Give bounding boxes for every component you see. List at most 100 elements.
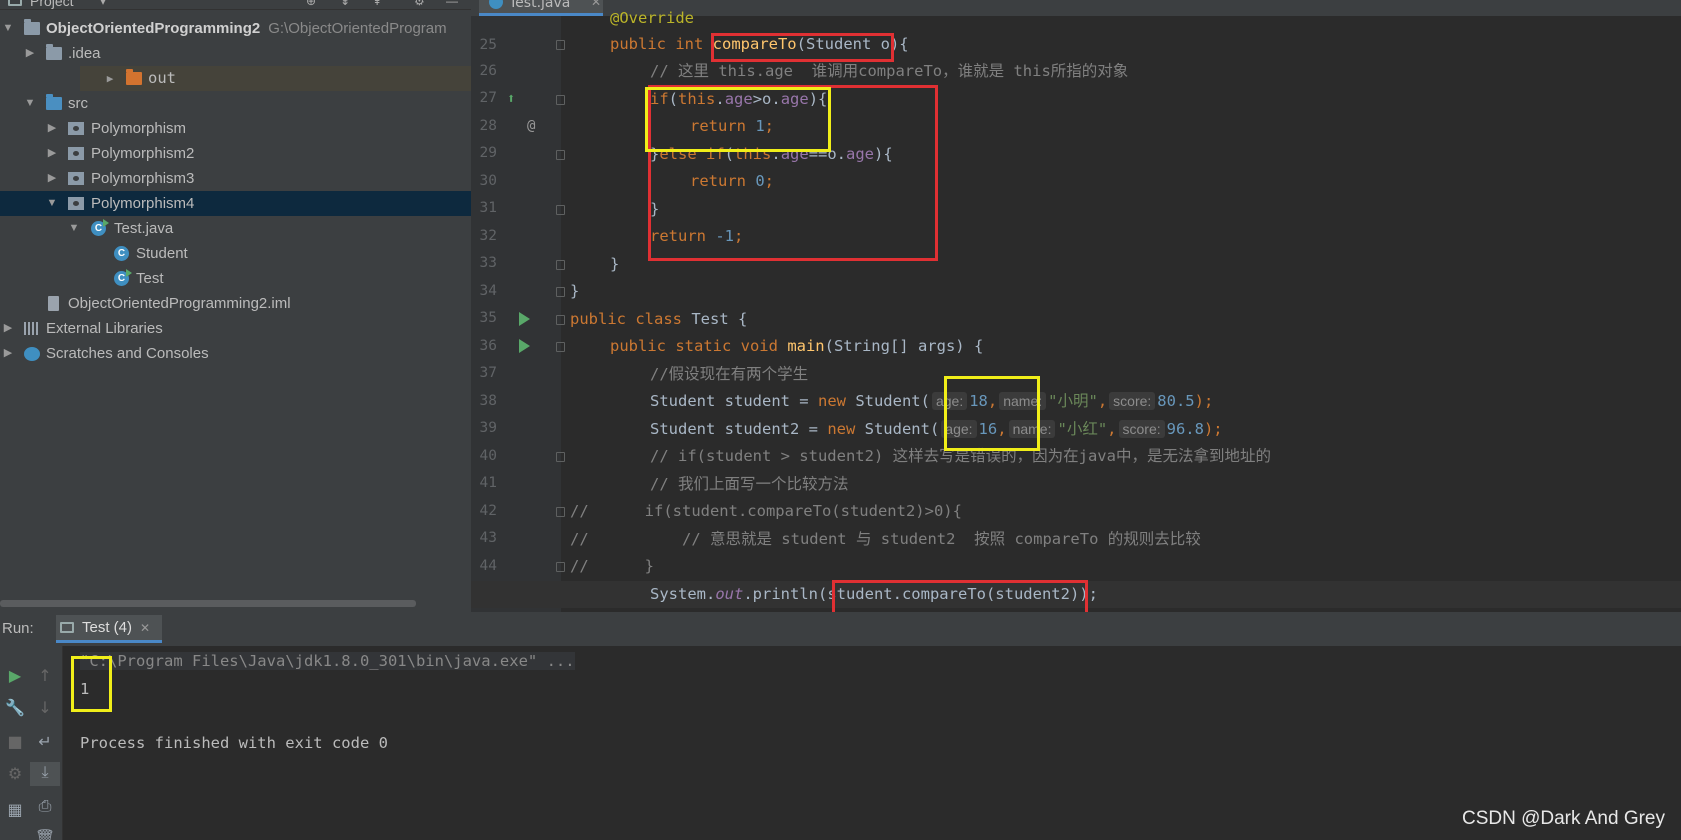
tree-item-polymorphism4[interactable]: ▼ Polymorphism4 xyxy=(0,191,471,216)
code-line: 26 ⬆ @ public int compareTo(Student o){ xyxy=(471,31,1681,134)
scratches-icon xyxy=(24,347,40,361)
scroll-to-end-icon[interactable]: ⤓ xyxy=(30,762,60,786)
chevron-right-icon[interactable]: ▶ xyxy=(24,41,36,66)
close-icon[interactable]: ✕ xyxy=(140,621,150,635)
tree-item-label: External Libraries xyxy=(46,320,163,337)
code-line: 40 Student student2 = new Student(age: 16… xyxy=(471,416,1681,464)
tree-item-external-libraries[interactable]: ▶ External Libraries xyxy=(0,316,471,341)
code-editor[interactable]: Test.java ✕ 25 @Override 26 ⬆ @ public i… xyxy=(471,0,1681,612)
chevron-right-icon[interactable]: ▶ xyxy=(46,116,58,141)
soft-wrap-icon[interactable]: ↵ xyxy=(30,732,60,751)
tree-item-project-root[interactable]: ▼ ObjectOrientedProgramming2 G:\ObjectOri… xyxy=(0,16,471,41)
tree-item-label: out xyxy=(148,69,176,87)
tree-item-polymorphism2[interactable]: ▶ Polymorphism2 xyxy=(0,141,471,166)
fold-icon[interactable] xyxy=(556,40,565,50)
fold-icon[interactable] xyxy=(556,315,565,325)
project-panel-title[interactable]: Project xyxy=(30,0,74,9)
collapse-all-icon[interactable]: ⇞ xyxy=(372,0,382,8)
run-toolbar-right: ↑ ↓ ↵ ⤓ ⎙ 🗑 xyxy=(30,646,63,840)
tree-item-out[interactable]: ▶ out xyxy=(80,66,471,91)
class-icon: C xyxy=(114,246,129,261)
minimize-icon[interactable]: — xyxy=(446,0,458,8)
rerun-icon[interactable]: ▶ xyxy=(0,666,30,685)
trash-icon[interactable]: 🗑 xyxy=(30,828,60,840)
tree-item-test-java[interactable]: ▼ C Test.java xyxy=(0,216,471,241)
folder-icon xyxy=(46,44,62,60)
tree-item-src[interactable]: ▼ src xyxy=(0,91,471,116)
tree-item-iml[interactable]: ObjectOrientedProgramming2.iml xyxy=(0,291,471,316)
tree-item-label: .idea xyxy=(68,45,101,62)
excluded-folder-icon xyxy=(126,69,142,85)
chevron-right-icon[interactable]: ▶ xyxy=(46,141,58,166)
arrow-down-icon[interactable]: ↓ xyxy=(30,698,60,717)
locate-icon[interactable]: ⊕ xyxy=(306,0,316,8)
fold-icon[interactable] xyxy=(556,562,565,572)
code-line: 45 // } xyxy=(471,553,1681,601)
fold-icon[interactable] xyxy=(556,95,565,105)
settings-icon[interactable]: ⚙ xyxy=(0,764,30,783)
fold-icon[interactable] xyxy=(556,507,565,517)
code-line: 42 // 我们上面写一个比较方法 xyxy=(471,471,1681,519)
code-text: System.out.println(student.compareTo(stu… xyxy=(650,585,1098,603)
tree-item-polymorphism[interactable]: ▶ Polymorphism xyxy=(0,116,471,141)
chevron-right-icon[interactable]: ▶ xyxy=(104,66,116,91)
package-icon xyxy=(68,172,84,185)
chevron-down-icon[interactable]: ▾ xyxy=(100,0,106,8)
run-class-icon[interactable] xyxy=(519,312,530,326)
code-text: } xyxy=(610,255,620,273)
chevron-right-icon[interactable]: ▶ xyxy=(2,341,14,366)
chevron-down-icon[interactable]: ▼ xyxy=(46,191,58,216)
code-text: public class Test { xyxy=(570,310,748,328)
code-text: return -1; xyxy=(650,227,744,245)
tree-item-label: Scratches and Consoles xyxy=(46,345,209,362)
fold-icon[interactable] xyxy=(556,150,565,160)
fold-icon[interactable] xyxy=(556,452,565,462)
tab-run-test[interactable]: Test (4) ✕ xyxy=(56,615,163,643)
fold-icon[interactable] xyxy=(556,260,565,270)
chevron-down-icon[interactable]: ▼ xyxy=(24,91,36,116)
tree-item-idea[interactable]: ▶ .idea xyxy=(0,41,471,66)
code-text: } xyxy=(570,282,580,300)
code-comment: //假设现在有两个学生 xyxy=(650,365,809,383)
tree-item-label: Polymorphism4 xyxy=(91,195,195,212)
chevron-right-icon[interactable]: ▶ xyxy=(46,166,58,191)
tree-item-student[interactable]: C Student xyxy=(0,241,471,266)
run-panel-header: Run: Test (4) ✕ xyxy=(0,612,1681,646)
fold-icon[interactable] xyxy=(556,342,565,352)
gear-icon[interactable]: ⚙ xyxy=(414,0,425,8)
tree-item-polymorphism3[interactable]: ▶ Polymorphism3 xyxy=(0,166,471,191)
tree-item-label: Polymorphism xyxy=(91,120,187,137)
module-file-icon xyxy=(48,296,59,311)
horizontal-scrollbar[interactable] xyxy=(0,600,416,607)
chevron-down-icon[interactable]: ▼ xyxy=(68,216,80,241)
run-main-icon[interactable] xyxy=(519,339,530,353)
code-text: Student student2 = new Student(age: 16, na… xyxy=(650,420,1223,438)
code-text: return 1; xyxy=(690,117,775,135)
code-line: 25 @Override xyxy=(471,5,1681,53)
tree-item-scratches[interactable]: ▶ Scratches and Consoles xyxy=(0,341,471,366)
chevron-right-icon[interactable]: ▶ xyxy=(2,316,14,341)
arrow-up-icon[interactable]: ↑ xyxy=(30,666,60,685)
code-line-current: 46 System.out.println(student.compareTo(… xyxy=(471,581,1681,609)
parameter-hint: age: xyxy=(941,420,977,438)
watermark: CSDN @Dark And Grey xyxy=(1461,808,1665,829)
project-path: G:\ObjectOrientedProgram xyxy=(268,20,447,37)
tree-item-label: Test.java xyxy=(114,220,174,237)
tree-item-test[interactable]: C Test xyxy=(0,266,471,291)
fold-icon[interactable] xyxy=(556,205,565,215)
parameter-hint: score: xyxy=(1109,392,1156,410)
wrench-icon[interactable]: 🔧 xyxy=(0,698,30,717)
parameter-hint: name: xyxy=(1008,420,1056,438)
expand-all-icon[interactable]: ⇟ xyxy=(340,0,350,8)
print-icon[interactable]: ⎙ xyxy=(30,796,60,816)
layout-icon[interactable]: ▦ xyxy=(0,800,30,819)
chevron-down-icon[interactable]: ▼ xyxy=(2,16,14,41)
code-line: 41 // if(student > student2) 这样去写是错误的，因为… xyxy=(471,443,1681,491)
stop-icon[interactable]: ■ xyxy=(0,732,30,751)
fold-icon[interactable] xyxy=(556,287,565,297)
annotation-override: @Override xyxy=(610,9,694,27)
console-icon xyxy=(60,622,74,633)
code-line: 36 public class Test { xyxy=(471,306,1681,354)
code-line: 29 return 1; xyxy=(471,113,1681,161)
package-icon xyxy=(68,147,84,160)
